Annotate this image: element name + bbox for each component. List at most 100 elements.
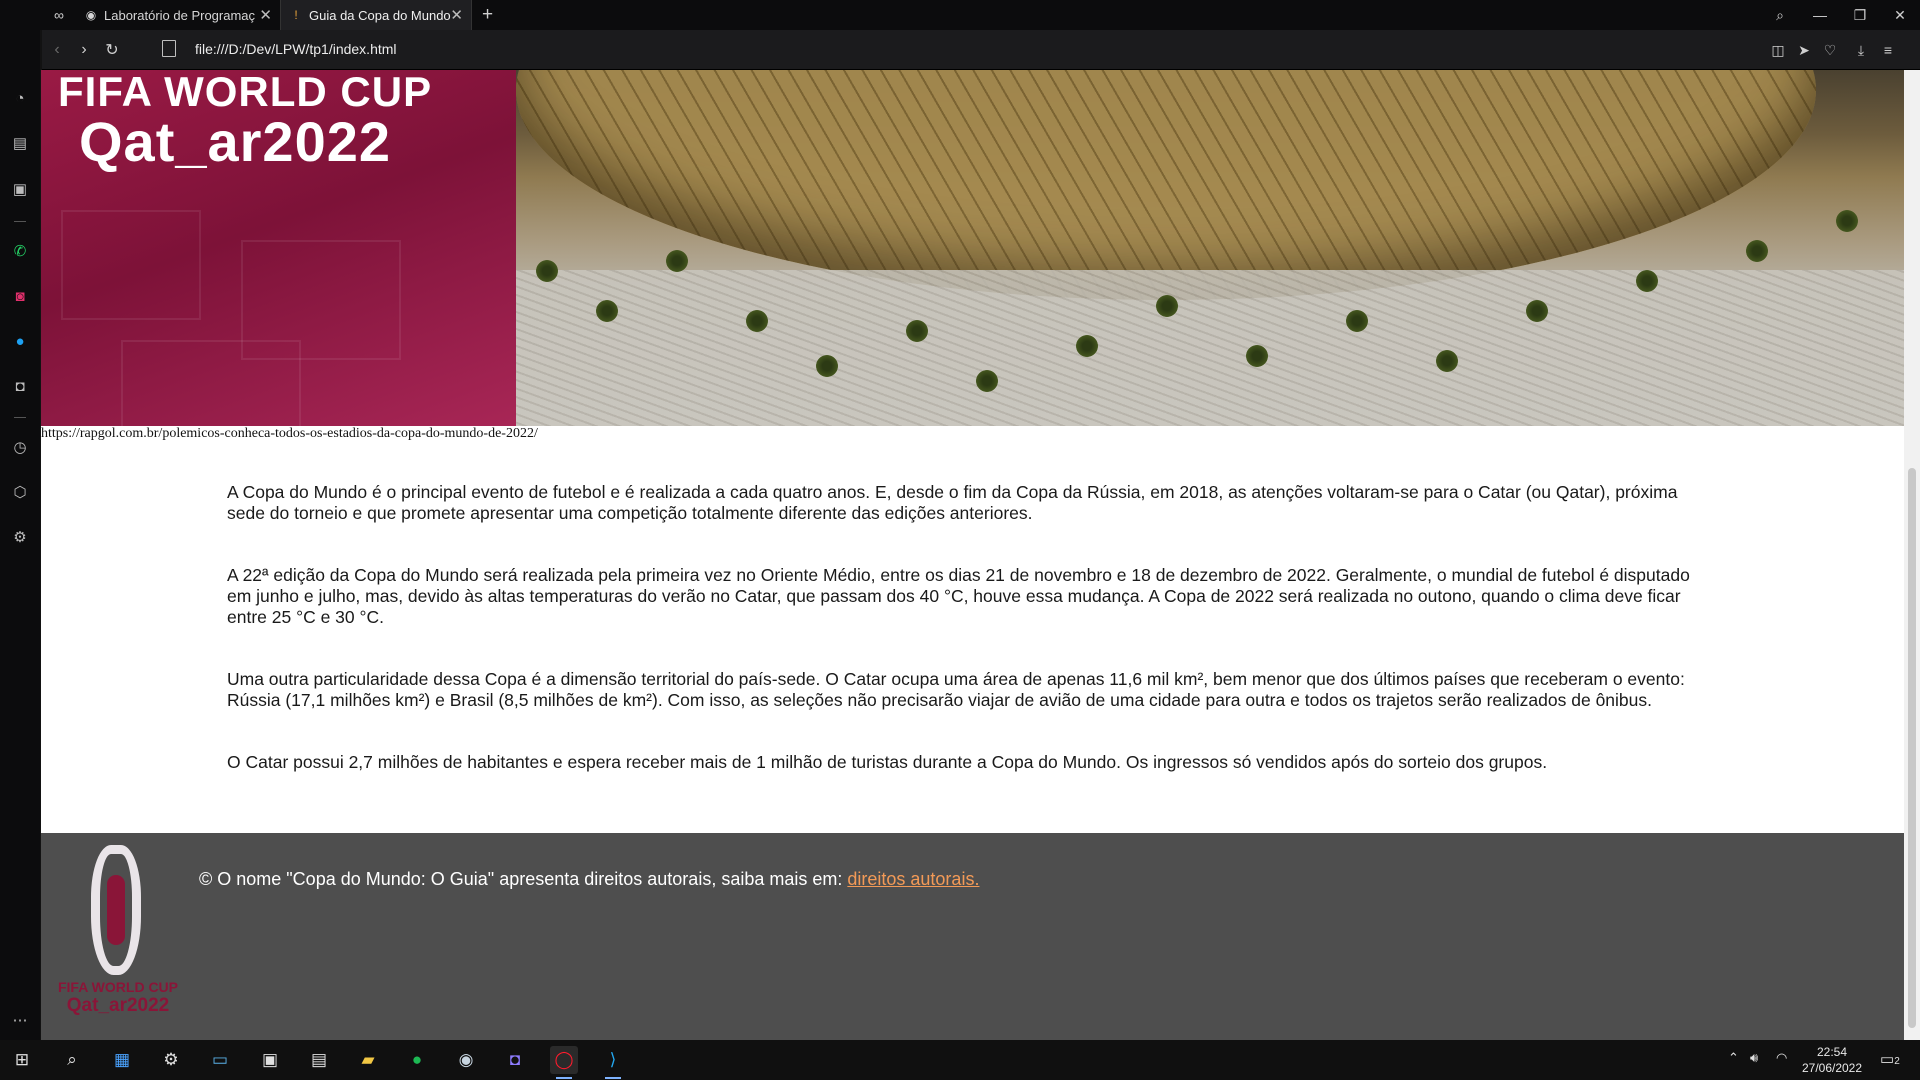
easy-setup-menu-icon[interactable]: ≡	[1877, 39, 1899, 61]
palm-tree	[1746, 240, 1768, 262]
palm-tree	[1836, 210, 1858, 232]
tab-title: Laboratório de Programaç	[104, 7, 256, 23]
github-favicon-icon: ◉	[85, 8, 97, 22]
page-scrollbar[interactable]	[1904, 70, 1920, 1040]
reload-icon[interactable]: ↻	[100, 39, 124, 61]
qatar-2022-logo: FIFA WORLD CUP Qat_ar2022	[53, 845, 183, 1025]
close-tab-icon[interactable]: ✕	[450, 6, 463, 24]
palm-tree	[1346, 310, 1368, 332]
palm-tree	[976, 370, 998, 392]
network-icon[interactable]: ◠	[1776, 1050, 1787, 1066]
volume-icon[interactable]: 🔊︎	[1750, 1050, 1758, 1066]
palm-tree	[1156, 295, 1178, 317]
calculator-icon[interactable]: ▤	[305, 1046, 333, 1074]
article-paragraph: Uma outra particularidade dessa Copa é a…	[227, 669, 1685, 710]
notification-center-icon[interactable]: ▭2	[1880, 1050, 1900, 1068]
tray-overflow-chevron-icon[interactable]: ⌃	[1728, 1050, 1739, 1066]
bookmark-heart-icon[interactable]: ♡	[1819, 39, 1841, 61]
article-paragraph: O Catar possui 2,7 milhões de habitantes…	[227, 752, 1548, 772]
vscode-icon[interactable]: ⟩	[599, 1046, 627, 1079]
instagram-icon[interactable]: ◙	[8, 284, 32, 308]
address-bar: ‹ › ↻ file:///D:/Dev/LPW/tp1/index.html …	[42, 30, 1920, 70]
decorative-tile	[121, 340, 301, 426]
url-field[interactable]: file:///D:/Dev/LPW/tp1/index.html	[195, 41, 397, 57]
palm-tree	[666, 250, 688, 272]
forward-button-icon[interactable]: ›	[72, 39, 96, 61]
remote-desktop-icon[interactable]: ▣	[256, 1046, 284, 1074]
stadium-photo	[516, 70, 1904, 426]
twitter-icon[interactable]: ●	[8, 329, 32, 353]
tab-guia-copa[interactable]: ! Guia da Copa do Mundo ✕	[280, 0, 472, 30]
minimize-icon[interactable]: —	[1800, 0, 1840, 30]
more-options-icon[interactable]: ⋯	[8, 1008, 32, 1032]
copyright-link[interactable]: direitos autorais.	[847, 869, 979, 889]
opera-gx-icon[interactable]: ◯	[550, 1046, 578, 1079]
clock-date: 27/06/2022	[1801, 1061, 1863, 1075]
decorative-tile	[61, 210, 201, 320]
scrollbar-thumb[interactable]	[1908, 468, 1916, 1028]
search-tabs-icon[interactable]: ⌕	[1760, 0, 1800, 30]
clock-time: 22:54	[1816, 1045, 1848, 1059]
page-viewport: FIFA WORLD CUP Qat_ar2022 https://rapgol…	[41, 70, 1904, 1040]
back-button-icon[interactable]: ‹	[45, 39, 69, 61]
workspaces-icon[interactable]: ▤	[8, 131, 32, 155]
twitch-icon[interactable]: ▣	[8, 177, 32, 201]
new-tab-button[interactable]: +	[482, 4, 493, 26]
stadium-roof	[516, 70, 1816, 300]
windows-taskbar: ⊞ ⌕ ▦ ⚙ ▭ ▣ ▤ ▰ ● ◉ ◘ ◯ ⟩ ⌃ 🔊︎ ◠ 22:54 2…	[0, 1040, 1920, 1080]
hero-banner-image: FIFA WORLD CUP Qat_ar2022	[41, 70, 1904, 426]
footer-logo-line2: Qat_ar2022	[66, 995, 170, 1016]
page-footer: FIFA WORLD CUP Qat_ar2022 © O nome "Copa…	[41, 833, 1904, 1040]
article-paragraph: A Copa do Mundo é o principal evento de …	[227, 482, 1678, 523]
copyright-notice: © O nome "Copa do Mundo: O Guia" apresen…	[199, 869, 979, 890]
stadium-plaza	[516, 270, 1904, 426]
tab-laboratorio[interactable]: ◉ Laboratório de Programaç ✕	[84, 0, 280, 30]
palm-tree	[906, 320, 928, 342]
article-content: A Copa do Mundo é o principal evento de …	[227, 482, 1697, 814]
spotify-icon[interactable]: ●	[403, 1046, 431, 1074]
tab-menu-icon[interactable]: ∞	[44, 0, 74, 30]
sidebar-divider	[14, 221, 26, 222]
whatsapp-icon[interactable]: ✆	[8, 239, 32, 263]
discord-taskbar-icon[interactable]: ◘	[501, 1046, 529, 1074]
restore-icon[interactable]: ❐	[1840, 0, 1880, 30]
palm-tree	[1526, 300, 1548, 322]
store-icon[interactable]: ▦	[108, 1046, 136, 1074]
footer-logo-line1: FIFA WORLD CUP	[57, 979, 179, 995]
send-icon[interactable]: ➤	[1793, 39, 1815, 61]
start-windows-icon[interactable]: ⊞	[8, 1046, 36, 1074]
palm-tree	[816, 355, 838, 377]
system-clock[interactable]: 22:54 27/06/2022	[1800, 1044, 1864, 1076]
palm-tree	[1636, 270, 1658, 292]
discord-icon[interactable]: ◘	[8, 374, 32, 398]
settings-icon[interactable]: ⚙	[157, 1046, 185, 1074]
hero-logo-line1: FIFA WORLD CUP	[58, 70, 433, 115]
steam-icon[interactable]: ◉	[452, 1046, 480, 1074]
extensions-icon[interactable]: ⬡	[8, 480, 32, 504]
file-page-icon	[162, 40, 176, 57]
mail-icon[interactable]: ▭	[206, 1046, 234, 1074]
palm-tree	[536, 260, 558, 282]
file-explorer-icon[interactable]: ▰	[354, 1046, 382, 1074]
browser-sidebar: ◯ ◔ ▤ ▣ ✆ ◙ ● ◘ ◷ ⬡ ⚙ ⋯	[0, 0, 40, 1040]
palm-tree	[1076, 335, 1098, 357]
page-favicon-icon: !	[294, 8, 298, 22]
downloads-icon[interactable]: ⤓	[1850, 39, 1872, 61]
palm-tree	[1246, 345, 1268, 367]
search-icon[interactable]: ⌕	[58, 1046, 86, 1074]
history-icon[interactable]: ◷	[8, 435, 32, 459]
close-tab-icon[interactable]: ✕	[259, 6, 272, 24]
sidebar-divider	[14, 417, 26, 418]
palm-tree	[1436, 350, 1458, 372]
close-window-icon[interactable]: ✕	[1880, 0, 1920, 30]
settings-gear-icon[interactable]: ⚙	[8, 525, 32, 549]
snapshot-camera-icon[interactable]: ◫	[1767, 39, 1789, 61]
speed-dial-icon[interactable]: ◔	[8, 86, 32, 110]
image-source-link[interactable]: https://rapgol.com.br/polemicos-conheca-…	[41, 426, 538, 442]
tab-bar: ∞ ◉ Laboratório de Programaç ✕ ! Guia da…	[0, 0, 1920, 30]
palm-tree	[596, 300, 618, 322]
hero-brand-panel: FIFA WORLD CUP Qat_ar2022	[41, 70, 516, 426]
hero-logo-line2: Qat_ar2022	[79, 110, 392, 173]
article-paragraph: A 22ª edição da Copa do Mundo será reali…	[227, 565, 1690, 627]
copyright-text: © O nome "Copa do Mundo: O Guia" apresen…	[199, 869, 843, 889]
